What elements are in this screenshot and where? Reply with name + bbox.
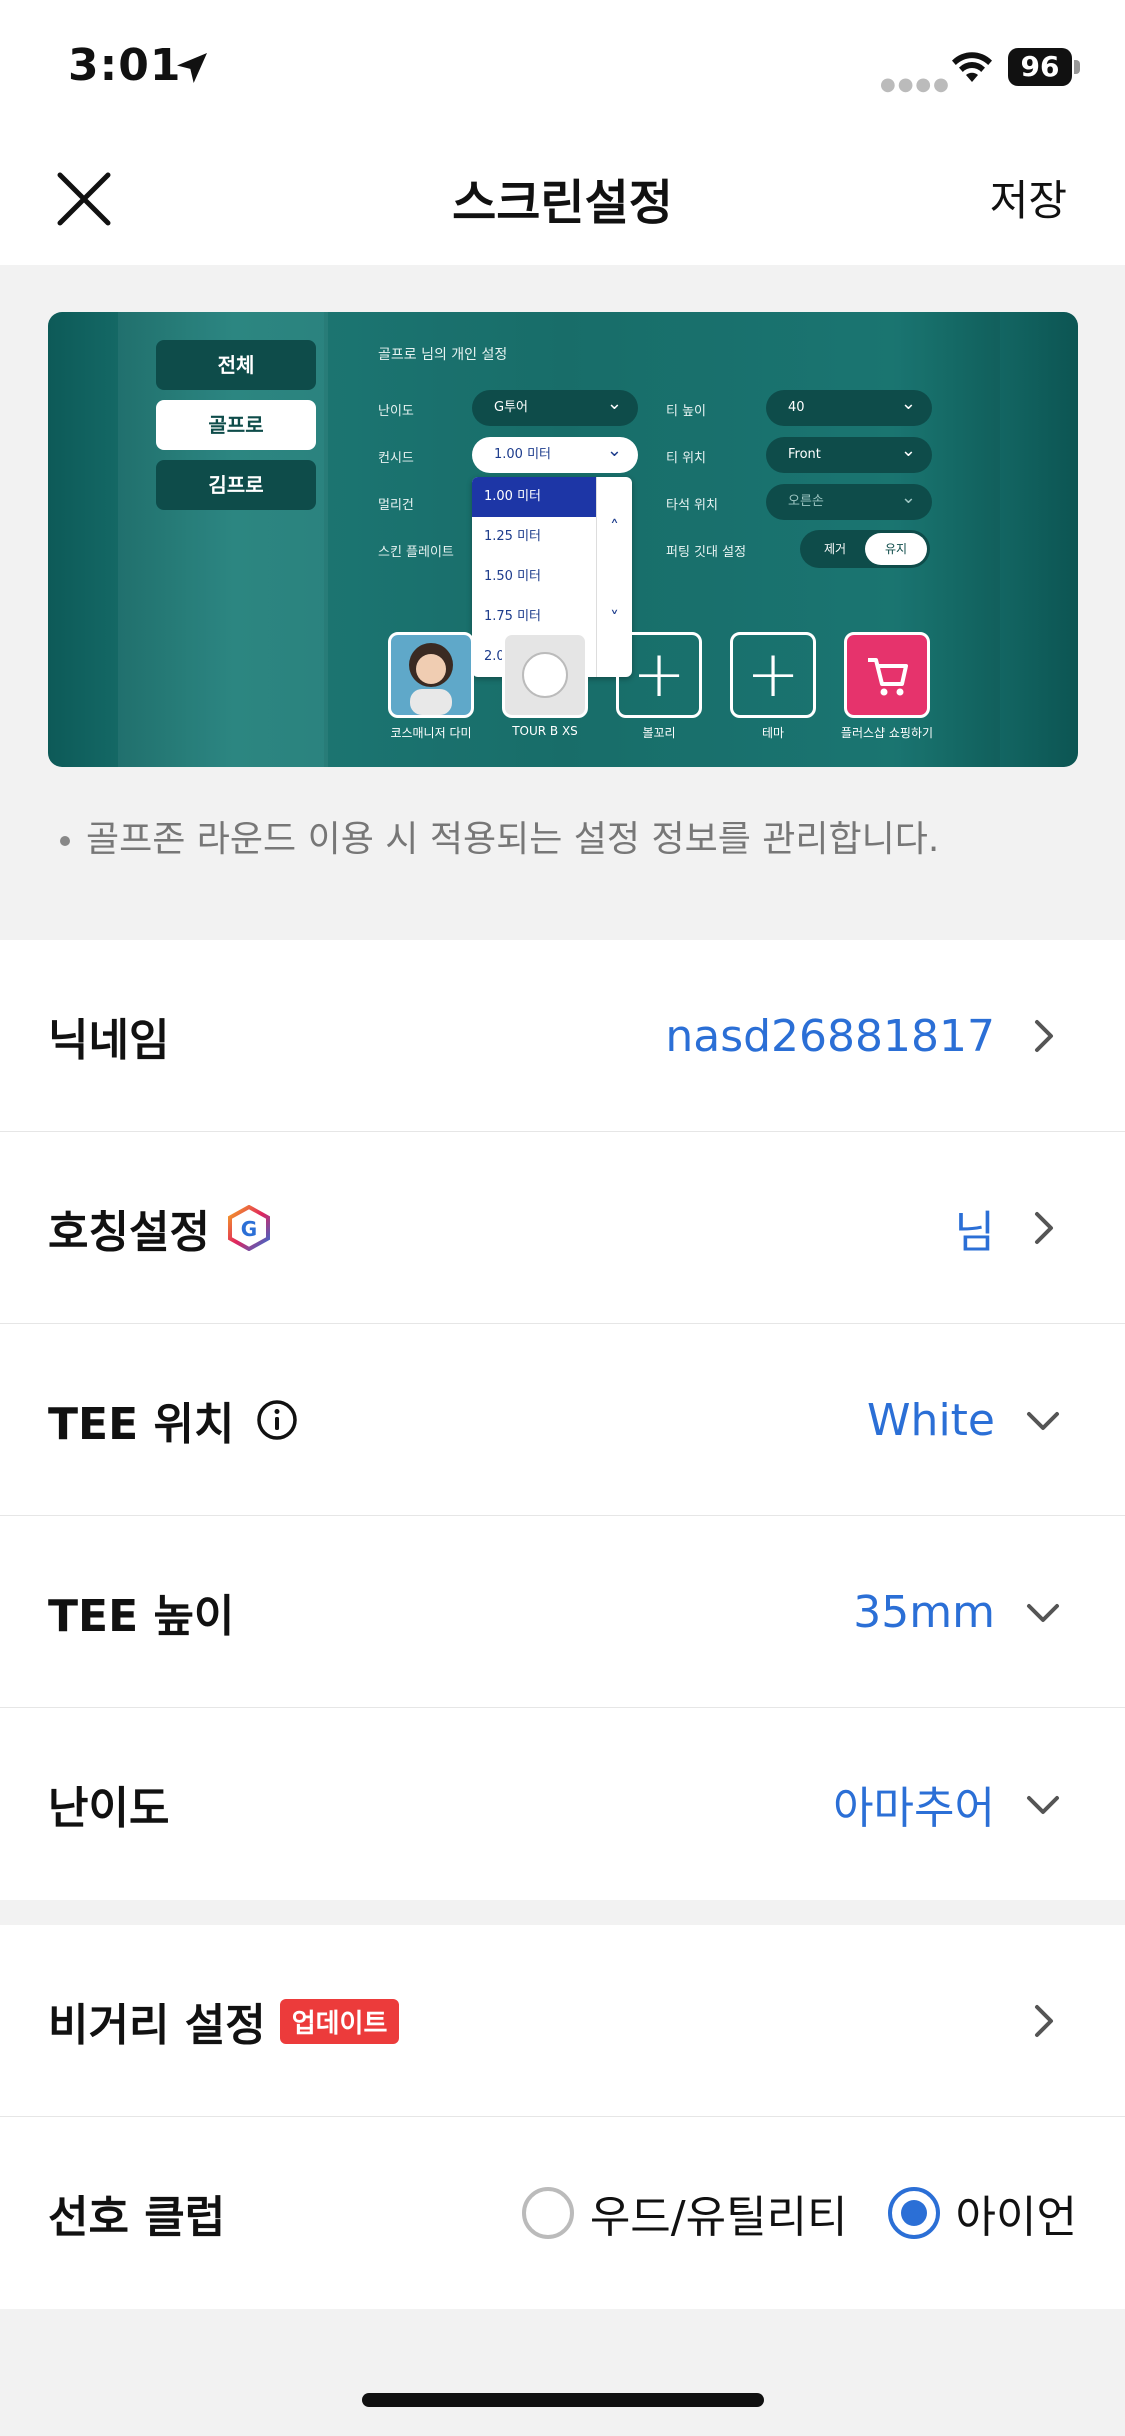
chevron-right-icon [1035, 1212, 1053, 1244]
cellular-signal-icon: ●●●● [880, 74, 951, 95]
banner-concede-select: 1.00 미터 [472, 433, 638, 473]
wifi-icon [952, 52, 992, 82]
banner-label-difficulty: 난이도 [378, 404, 414, 419]
location-arrow-icon [177, 53, 207, 83]
update-badge: 업데이트 [279, 1998, 400, 2044]
club-option-iron[interactable]: 아이언 [887, 2181, 1077, 2245]
settings-note-text: 골프존 라운드 이용 시 적용되는 설정 정보를 관리합니다. [86, 819, 940, 860]
banner-tile-shop [844, 632, 930, 718]
banner-tab-golfpro: 골프로 [156, 400, 316, 450]
screen-settings-page: 3:01 ●●●● 96 스크린설정 저장 전체 골프로 김프로 골프로 님의 … [0, 0, 1125, 2436]
title-label-text: 호칭설정 [48, 1207, 210, 1258]
g-grade-badge-icon: G [227, 1205, 270, 1251]
banner-putting-toggle: 제거 유지 [800, 530, 930, 568]
golf-ball-icon [522, 652, 568, 698]
save-button[interactable]: 저장 [990, 167, 1067, 228]
nav-header: 스크린설정 저장 [0, 135, 1125, 265]
banner-label-mulligan: 멀리건 [378, 498, 414, 513]
banner-dropdown-option: 1.75 미터 [484, 609, 541, 624]
radio-checked-icon [887, 2187, 940, 2239]
status-time: 3:01 [68, 40, 182, 91]
banner-label-skin: 스킨 플레이트 [378, 545, 454, 560]
info-icon[interactable] [256, 1399, 298, 1441]
nickname-value: nasd26881817 [665, 1010, 995, 1062]
radio-unchecked-icon [521, 2187, 574, 2239]
title-label: 호칭설정 G [48, 1132, 272, 1324]
tee-position-value: White [867, 1394, 995, 1446]
banner-label-tee-pos: 티 위치 [666, 451, 707, 466]
distance-settings-row[interactable]: 비거리 설정 업데이트 [0, 1925, 1125, 2117]
settings-preview-banner: 전체 골프로 김프로 골프로 님의 개인 설정 난이도 컨시드 멀리건 스킨 플… [48, 312, 1078, 767]
banner-label-tee-height: 티 높이 [666, 404, 707, 419]
club-option-label: 아이언 [955, 2192, 1077, 2243]
page-title: 스크린설정 [452, 175, 673, 231]
chevron-down-icon: ˅ [610, 608, 619, 629]
plus-icon: + [746, 638, 800, 712]
difficulty-row[interactable]: 난이도 아마추어 [0, 1708, 1125, 1900]
banner-tile-label: 코스매니저 다미 [390, 726, 472, 740]
chevron-down-icon [1027, 1604, 1059, 1622]
banner-tile-label: TOUR B XS [512, 724, 578, 738]
status-bar: 3:01 ●●●● 96 [0, 0, 1125, 135]
banner-section: 전체 골프로 김프로 골프로 님의 개인 설정 난이도 컨시드 멀리건 스킨 플… [0, 265, 1125, 940]
banner-toggle-on: 유지 [865, 533, 927, 565]
banner-tile-tail: + [616, 632, 702, 718]
preferred-club-label: 선호 클럽 [48, 2192, 226, 2243]
tee-position-label: TEE 위치 [48, 1324, 298, 1516]
plus-icon: + [632, 638, 686, 712]
tee-height-label: TEE 높이 [48, 1591, 235, 1642]
banner-dropdown-option: 1.00 미터 [472, 477, 596, 517]
settings-group-extra: 비거리 설정 업데이트 선호 클럽 우드/유틸리티 아이언 [0, 1925, 1125, 2309]
banner-dropdown-option: 1.25 미터 [484, 529, 541, 544]
svg-text:G: G [241, 1217, 257, 1241]
difficulty-label: 난이도 [48, 1783, 170, 1834]
distance-settings-label-text: 비거리 설정 [48, 2000, 266, 2051]
chevron-up-icon: ˄ [610, 517, 619, 538]
banner-label-hit-pos: 타석 위치 [666, 498, 718, 513]
preferred-club-row: 선호 클럽 우드/유틸리티 아이언 [0, 2117, 1125, 2309]
banner-tile-ball [502, 632, 588, 718]
difficulty-value: 아마추어 [833, 1783, 995, 1834]
banner-tile-manager [388, 632, 474, 718]
banner-difficulty-select: G투어 [472, 386, 638, 426]
avatar-icon [409, 643, 453, 715]
home-indicator[interactable] [362, 2393, 764, 2407]
chevron-right-icon [1035, 2005, 1053, 2037]
club-radio-group: 우드/유틸리티 아이언 [482, 2117, 1077, 2309]
banner-tile-label: 플러스샵 쇼핑하기 [840, 726, 934, 740]
banner-dropdown-option: 1.50 미터 [484, 569, 541, 584]
tee-height-value: 35mm [853, 1586, 995, 1638]
banner-label-concede: 컨시드 [378, 451, 414, 466]
banner-tile-label: 볼꼬리 [642, 726, 676, 740]
club-option-label: 우드/유틸리티 [589, 2192, 848, 2243]
cart-icon [868, 658, 908, 696]
banner-panel-title: 골프로 님의 개인 설정 [378, 347, 508, 363]
battery-indicator: 96 [1008, 48, 1072, 86]
chevron-down-icon [1027, 1412, 1059, 1430]
banner-label-putting: 퍼팅 깃대 설정 [666, 545, 747, 560]
nickname-row[interactable]: 닉네임 nasd26881817 [0, 940, 1125, 1132]
settings-note: 골프존 라운드 이용 시 적용되는 설정 정보를 관리합니다. [60, 810, 939, 862]
banner-hit-pos-select: 오른손 [766, 480, 932, 520]
title-row[interactable]: 호칭설정 G 님 [0, 1132, 1125, 1324]
tee-position-label-text: TEE 위치 [48, 1399, 235, 1450]
settings-group-main: 닉네임 nasd26881817 호칭설정 G 님 TEE 위치 White T… [0, 940, 1125, 1900]
distance-settings-label: 비거리 설정 업데이트 [48, 1925, 400, 2117]
title-value: 님 [954, 1207, 995, 1258]
chevron-down-icon [1027, 1796, 1059, 1814]
banner-tee-height-select: 40 [766, 386, 932, 426]
nickname-label: 닉네임 [48, 1015, 170, 1066]
battery-cap [1074, 60, 1080, 74]
tee-position-row[interactable]: TEE 위치 White [0, 1324, 1125, 1516]
banner-tile-label: 테마 [761, 726, 785, 740]
banner-tab-all: 전체 [156, 340, 316, 390]
chevron-right-icon [1035, 1020, 1053, 1052]
banner-tile-theme: + [730, 632, 816, 718]
bullet-icon [60, 836, 70, 846]
banner-tee-pos-select: Front [766, 433, 932, 473]
club-option-wood[interactable]: 우드/유틸리티 [521, 2181, 848, 2245]
banner-tab-kimpro: 김프로 [156, 460, 316, 510]
banner-toggle-off: 제거 [823, 542, 847, 556]
tee-height-row[interactable]: TEE 높이 35mm [0, 1516, 1125, 1708]
